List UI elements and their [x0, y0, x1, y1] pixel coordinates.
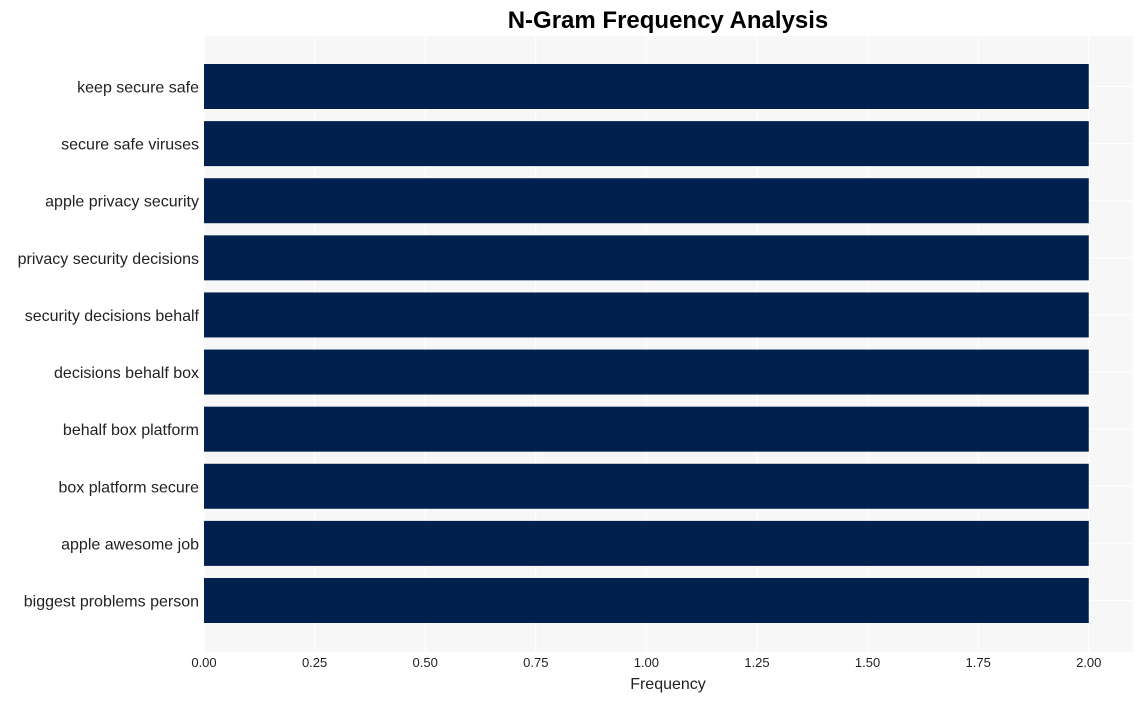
x-tick-label: 2.00 [1076, 655, 1101, 670]
x-tick-label: 0.00 [191, 655, 216, 670]
y-tick-label: security decisions behalf [25, 308, 200, 325]
y-tick-label: secure safe viruses [61, 137, 199, 154]
bar [204, 178, 1089, 224]
y-tick-label: keep secure safe [77, 80, 199, 97]
chart: N-Gram Frequency Analysis keep secure sa… [18, 7, 1133, 693]
bar [204, 578, 1089, 623]
x-tick-label: 0.25 [302, 655, 327, 670]
x-axis-label: Frequency [630, 676, 706, 693]
x-tick-label: 0.50 [413, 655, 438, 670]
y-tick-label: behalf box platform [63, 422, 199, 439]
bar [204, 121, 1089, 167]
y-tick-label: apple awesome job [61, 536, 199, 553]
bar [204, 520, 1089, 566]
bar [204, 292, 1089, 338]
y-tick-label: privacy security decisions [18, 251, 199, 268]
x-tick-label: 1.00 [634, 655, 659, 670]
y-tick-label: decisions behalf box [54, 365, 199, 382]
bar [204, 349, 1089, 395]
y-axis-labels: keep secure safe secure safe viruses apple… [18, 80, 200, 611]
bar [204, 406, 1089, 452]
bar [204, 463, 1089, 509]
x-tick-label: 1.50 [855, 655, 880, 670]
bar [204, 64, 1089, 109]
y-tick-label: biggest problems person [24, 594, 199, 611]
x-axis-ticks: 0.00 0.25 0.50 0.75 1.00 1.25 1.50 1.75 2.00 [191, 655, 1101, 670]
x-tick-label: 1.75 [966, 655, 991, 670]
y-tick-label: box platform secure [58, 479, 199, 496]
bar [204, 235, 1089, 281]
x-tick-label: 0.75 [523, 655, 548, 670]
x-tick-label: 1.25 [744, 655, 769, 670]
y-tick-label: apple privacy security [45, 194, 199, 211]
chart-title: N-Gram Frequency Analysis [508, 7, 829, 34]
